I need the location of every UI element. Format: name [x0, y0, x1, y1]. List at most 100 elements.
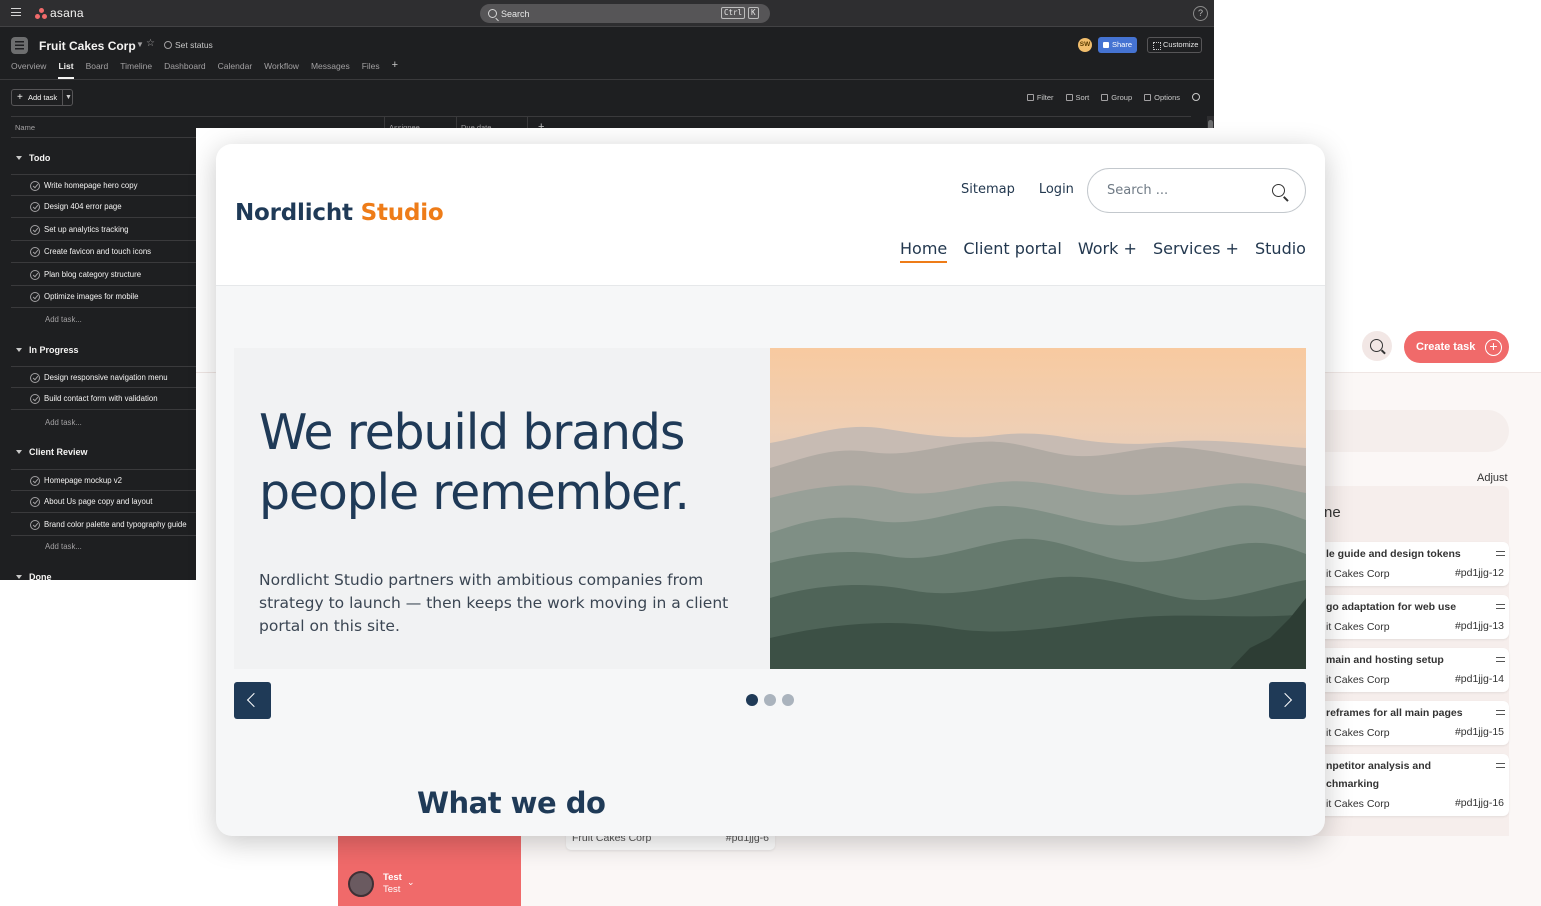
task-row[interactable]: Create favicon and touch icons [11, 241, 216, 263]
chevron-down-icon[interactable]: ⌄ [407, 877, 415, 888]
drag-handle-icon[interactable] [1496, 604, 1505, 609]
customize-button[interactable]: Customize [1147, 37, 1202, 53]
asana-logo-text: asana [50, 6, 84, 20]
complete-check-icon[interactable] [30, 270, 40, 280]
task-row[interactable]: Plan blog category structure [11, 264, 216, 286]
nav-work[interactable]: Work + [1078, 239, 1137, 263]
site-search-input[interactable]: Search ... [1087, 168, 1306, 213]
create-task-button[interactable]: Create task + [1404, 331, 1509, 363]
share-button[interactable]: Share [1098, 37, 1137, 53]
drag-handle-icon[interactable] [1496, 657, 1505, 662]
star-icon[interactable]: ☆ [146, 38, 155, 49]
section-title: Client Review [29, 447, 88, 457]
task-row[interactable]: Brand color palette and typography guide [11, 514, 216, 536]
adjust-link[interactable]: Adjust [1477, 472, 1508, 484]
complete-check-icon[interactable] [30, 225, 40, 235]
filter-button[interactable]: Filter [1026, 93, 1054, 102]
nav-home[interactable]: Home [900, 239, 948, 263]
nav-services[interactable]: Services + [1153, 239, 1239, 263]
drag-handle-icon[interactable] [1496, 551, 1505, 556]
task-name: About Us page copy and layout [44, 497, 153, 506]
nav-client-portal[interactable]: Client portal [963, 239, 1061, 263]
main-nav: Home Client portal Work + Services + Stu… [900, 239, 1306, 263]
options-icon [1144, 94, 1152, 101]
complete-check-icon[interactable] [30, 181, 40, 191]
add-task-inline[interactable]: Add task... [45, 542, 82, 551]
options-button[interactable]: Options [1144, 93, 1180, 102]
carousel-next-button[interactable] [1269, 682, 1306, 719]
search-icon[interactable] [1192, 93, 1200, 101]
menu-icon[interactable] [11, 8, 21, 16]
carousel-dot-1[interactable] [746, 694, 758, 706]
group-button[interactable]: Group [1101, 93, 1132, 102]
sitemap-link[interactable]: Sitemap [961, 182, 1015, 197]
set-status-label: Set status [175, 40, 213, 50]
task-card[interactable]: npetitor analysis and chmarking it Cakes… [1296, 754, 1509, 816]
avatar[interactable] [348, 871, 374, 897]
asana-search-bar[interactable]: Search Ctrl K [480, 4, 770, 23]
search-icon[interactable] [1362, 331, 1392, 361]
caret-down-icon[interactable] [16, 348, 22, 352]
carousel-dot-3[interactable] [782, 694, 794, 706]
complete-check-icon[interactable] [30, 373, 40, 383]
add-tab-icon[interactable]: + [392, 60, 398, 79]
section-done[interactable]: Done [11, 572, 52, 580]
add-task-button[interactable]: Add task ▼ [11, 89, 73, 106]
complete-check-icon[interactable] [30, 394, 40, 404]
complete-check-icon[interactable] [30, 497, 40, 507]
search-icon[interactable] [1272, 184, 1285, 197]
tab-workflow[interactable]: Workflow [264, 61, 299, 79]
section-in-progress[interactable]: In Progress [11, 345, 79, 355]
section-client-review[interactable]: Client Review [11, 447, 88, 457]
site-logo[interactable]: Nordlicht Studio [235, 200, 444, 226]
drag-handle-icon[interactable] [1496, 763, 1505, 768]
sort-button[interactable]: Sort [1065, 93, 1089, 102]
task-row[interactable]: Set up analytics tracking [11, 219, 216, 241]
task-row[interactable]: Build contact form with validation [11, 388, 216, 410]
task-row[interactable]: Write homepage hero copy [11, 174, 216, 196]
complete-check-icon[interactable] [30, 292, 40, 302]
caret-down-icon[interactable] [16, 450, 22, 454]
task-card[interactable]: le guide and design tokens it Cakes Corp… [1296, 542, 1509, 586]
user-name[interactable]: Test [383, 872, 402, 883]
complete-check-icon[interactable] [30, 247, 40, 257]
task-row[interactable]: Homepage mockup v2 [11, 469, 216, 491]
tab-board[interactable]: Board [86, 61, 109, 79]
task-card[interactable]: go adaptation for web use it Cakes Corp … [1296, 595, 1509, 639]
tab-files[interactable]: Files [362, 61, 380, 79]
avatar[interactable]: SW [1078, 38, 1092, 52]
asana-logo[interactable]: asana [35, 6, 84, 20]
caret-down-icon[interactable] [16, 156, 22, 160]
task-row[interactable]: About Us page copy and layout [11, 491, 216, 513]
add-task-inline[interactable]: Add task... [45, 418, 82, 427]
complete-check-icon[interactable] [30, 520, 40, 530]
section-todo[interactable]: Todo [11, 153, 50, 163]
complete-check-icon[interactable] [30, 202, 40, 212]
add-task-inline[interactable]: Add task... [45, 315, 82, 324]
tab-messages[interactable]: Messages [311, 61, 350, 79]
caret-down-icon[interactable] [16, 575, 22, 579]
task-row[interactable]: Optimize images for mobile [11, 286, 216, 308]
help-button[interactable]: ? [1193, 6, 1208, 21]
task-card[interactable]: main and hosting setup it Cakes Corp #pd… [1296, 648, 1509, 692]
set-status-button[interactable]: Set status [164, 40, 213, 50]
carousel-dot-2[interactable] [764, 694, 776, 706]
tab-timeline[interactable]: Timeline [120, 61, 152, 79]
project-name[interactable]: Fruit Cakes Corp [39, 39, 136, 53]
carousel-prev-button[interactable] [234, 682, 271, 719]
tab-overview[interactable]: Overview [11, 61, 46, 79]
tab-list[interactable]: List [58, 61, 74, 79]
complete-check-icon[interactable] [30, 476, 40, 486]
shortcut-k: K [748, 7, 759, 19]
task-row[interactable]: Design 404 error page [11, 196, 216, 218]
tab-dashboard[interactable]: Dashboard [164, 61, 206, 79]
board-filter-bar[interactable] [1296, 410, 1509, 452]
tab-calendar[interactable]: Calendar [218, 61, 253, 79]
nav-studio[interactable]: Studio [1255, 239, 1306, 263]
chevron-down-icon[interactable]: ▼ [65, 90, 72, 105]
chevron-down-icon[interactable]: ▼ [136, 40, 144, 49]
task-card[interactable]: reframes for all main pages it Cakes Cor… [1296, 701, 1509, 745]
task-row[interactable]: Design responsive navigation menu [11, 366, 216, 388]
login-link[interactable]: Login [1039, 182, 1074, 197]
drag-handle-icon[interactable] [1496, 710, 1505, 715]
